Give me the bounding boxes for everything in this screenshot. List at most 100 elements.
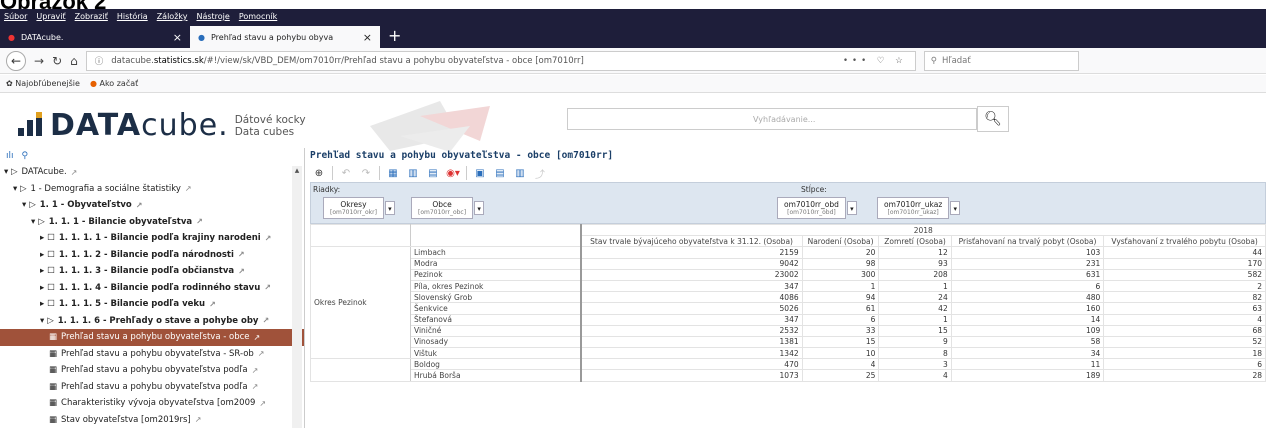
page-actions-icon[interactable]: ••• ♡ ☆ <box>843 56 907 66</box>
forward-icon[interactable]: → <box>34 54 44 68</box>
col-dim-ukaz[interactable]: om7010rr_ukaz [om7010rr_ukaz] ▾ <box>877 197 961 219</box>
table-icon[interactable]: ▦ <box>386 166 400 180</box>
datacube-logo[interactable]: DATAcube. Dátové kocky Data cubes <box>18 108 306 143</box>
settings-icon[interactable]: ◉▾ <box>446 166 460 180</box>
corner-cell <box>310 223 411 248</box>
tree-item[interactable]: ▸ ☐ 1. 1. 1. 3 - Bilancie podľa občianstv… <box>0 263 304 280</box>
external-link-icon[interactable]: ↗ <box>254 333 261 342</box>
value-cell: 6 <box>950 279 1105 293</box>
menu-item[interactable]: Zobraziť <box>75 12 108 21</box>
list-view-icon[interactable]: ▤ <box>493 166 507 180</box>
download-icon[interactable]: ⊕ <box>312 166 326 180</box>
tree-item[interactable]: ▾ ▷ DATAcube. ↗ <box>0 164 304 181</box>
bar-view-icon[interactable]: ▥ <box>513 166 527 180</box>
table-icon: ▦ <box>49 414 58 425</box>
tree-item[interactable]: ▾ ▷ 1. 1 - Obyvateľstvo ↗ <box>0 197 304 214</box>
address-bar[interactable]: ⓘ datacube.statistics.sk/#!/view/sk/VBD_… <box>85 50 916 71</box>
folder-icon: ▸ ☐ <box>40 299 55 310</box>
table-icon: ▦ <box>49 381 58 392</box>
new-tab-icon[interactable]: + <box>388 26 401 45</box>
external-link-icon[interactable]: ↗ <box>258 349 265 358</box>
value-cell: 631 <box>950 268 1105 281</box>
obec-cell: Štefanová <box>410 313 582 326</box>
value-cell: 189 <box>950 369 1105 382</box>
external-link-icon[interactable]: ↗ <box>259 399 266 408</box>
home-icon[interactable]: ⌂ <box>70 54 78 68</box>
external-link-icon[interactable]: ↗ <box>195 415 202 424</box>
value-cell: 15 <box>878 324 952 337</box>
chevron-down-icon[interactable]: ▾ <box>950 201 961 215</box>
back-icon[interactable]: ← <box>6 50 26 71</box>
table-row: Modra 9042 98 93 231 170 <box>311 257 1266 270</box>
map-icon[interactable]: ▤ <box>426 166 440 180</box>
col-dim-obd[interactable]: om7010rr_obd [om7010rr_obd] ▾ <box>777 197 857 219</box>
tree-item[interactable]: ▾ ▷ 1. 1. 1. 6 - Prehľady o stave a pohyb… <box>0 313 304 330</box>
external-link-icon[interactable]: ↗ <box>264 283 271 292</box>
folder-icon: ▸ ☐ <box>40 233 55 244</box>
chevron-down-icon[interactable]: ▾ <box>846 201 857 215</box>
external-link-icon[interactable]: ↗ <box>252 382 259 391</box>
redo-icon[interactable]: ↷ <box>359 166 373 180</box>
external-link-icon[interactable]: ↗ <box>262 316 269 325</box>
grid-view-icon[interactable]: ▣ <box>473 166 487 180</box>
folder-icon: ▾ ▷ <box>31 216 45 227</box>
bookmark-ako-zacat[interactable]: ● Ako začať <box>90 79 138 88</box>
tree-item[interactable]: ▦ Prehľad stavu a pohybu obyvateľstva - o… <box>0 329 304 346</box>
reload-icon[interactable]: ↻ <box>52 54 62 68</box>
external-link-icon[interactable]: ↗ <box>71 168 78 177</box>
search-button[interactable]: 🔍︎ <box>977 106 1009 132</box>
main-content: Prehľad stavu a pohybu obyvateľstva - ob… <box>310 148 1266 428</box>
sidebar-scrollbar[interactable]: ▴ <box>292 166 302 428</box>
bookmark-najoblubenejsie[interactable]: ✿ Najobľúbenejšie <box>6 79 80 88</box>
column-header: Vysťahovaní z trvalého pobytu (Osoba) <box>1103 235 1266 248</box>
chevron-down-icon[interactable]: ▾ <box>474 201 485 215</box>
menu-item[interactable]: Nástroje <box>196 12 229 21</box>
hierarchy-icon[interactable]: ılı <box>6 151 14 161</box>
tree-item[interactable]: ▦ Prehľad stavu a pohybu obyvateľstva - S… <box>0 346 304 363</box>
tab-datacube[interactable]: ● DATAcube. × <box>0 26 190 48</box>
tree-item[interactable]: ▦ Prehľad stavu a pohybu obyvateľstva pod… <box>0 379 304 396</box>
tab-prehlad[interactable]: ● Prehľad stavu a pohybu obyva × <box>190 26 380 48</box>
tree-item[interactable]: ▾ ▷ 1. 1. 1 - Bilancie obyvateľstva ↗ <box>0 214 304 231</box>
external-link-icon[interactable]: ↗ <box>209 300 216 309</box>
external-link-icon[interactable]: ↗ <box>252 366 259 375</box>
tree-item-label: 1 - Demografia a sociálne štatistiky <box>30 183 181 194</box>
tree-item[interactable]: ▸ ☐ 1. 1. 1. 2 - Bilancie podľa národnost… <box>0 247 304 264</box>
search-icon: 🔍︎ <box>984 111 1002 127</box>
menu-item[interactable]: História <box>117 12 148 21</box>
browser-search-input[interactable]: ⚲ Hľadať <box>923 50 1079 71</box>
close-icon[interactable]: × <box>173 31 182 44</box>
tree-item[interactable]: ▸ ☐ 1. 1. 1. 4 - Bilancie podľa rodinného… <box>0 280 304 297</box>
value-cell: 15 <box>801 335 880 349</box>
cols-label: Stĺpce: <box>801 185 827 194</box>
site-search-input[interactable]: Vyhľadávanie... <box>567 108 977 130</box>
tree-item[interactable]: ▦ Charakteristiky vývoja obyvateľstva [om… <box>0 395 304 412</box>
external-link-icon[interactable]: ↗ <box>196 217 203 226</box>
tab-title: Prehľad stavu a pohybu obyva <box>210 32 334 42</box>
external-link-icon[interactable]: ↗ <box>136 201 143 210</box>
close-icon[interactable]: × <box>363 31 372 44</box>
value-cell: 25 <box>801 369 880 382</box>
share-icon[interactable]: ⤴ <box>533 166 547 181</box>
external-link-icon[interactable]: ↗ <box>265 234 272 243</box>
page-title: Prehľad stavu a pohybu obyvateľstva - ob… <box>310 150 614 161</box>
external-link-icon[interactable]: ↗ <box>238 267 245 276</box>
tree-item[interactable]: ▸ ☐ 1. 1. 1. 1 - Bilancie podľa krajiny n… <box>0 230 304 247</box>
row-dim-okresy[interactable]: Okresy [om7010rr_okr] ▾ <box>323 197 395 219</box>
menu-item[interactable]: Upraviť <box>36 12 65 21</box>
row-dim-obce[interactable]: Obce [om7010rr_obc] ▾ <box>411 197 485 219</box>
tree-item-label: 1. 1. 1. 1 - Bilancie podľa krajiny naro… <box>58 233 261 244</box>
undo-icon[interactable]: ↶ <box>339 166 353 180</box>
search-icon[interactable]: ⚲ <box>22 151 29 161</box>
menu-item[interactable]: Súbor <box>4 12 27 21</box>
external-link-icon[interactable]: ↗ <box>185 184 192 193</box>
tree-item[interactable]: ▾ ▷ 1 - Demografia a sociálne štatistiky ↗ <box>0 181 304 198</box>
chevron-down-icon[interactable]: ▾ <box>384 201 395 215</box>
tree-item[interactable]: ▸ ☐ 1. 1. 1. 5 - Bilancie podľa veku ↗ <box>0 296 304 313</box>
tree-item[interactable]: ▦ Stav obyvateľstva [om2019rs] ↗ <box>0 412 304 428</box>
tree-item[interactable]: ▦ Prehľad stavu a pohybu obyvateľstva pod… <box>0 362 304 379</box>
external-link-icon[interactable]: ↗ <box>238 250 245 259</box>
chart-icon[interactable]: ▥ <box>406 166 420 180</box>
menu-item[interactable]: Pomocník <box>239 12 277 21</box>
menu-item[interactable]: Záložky <box>157 12 188 21</box>
